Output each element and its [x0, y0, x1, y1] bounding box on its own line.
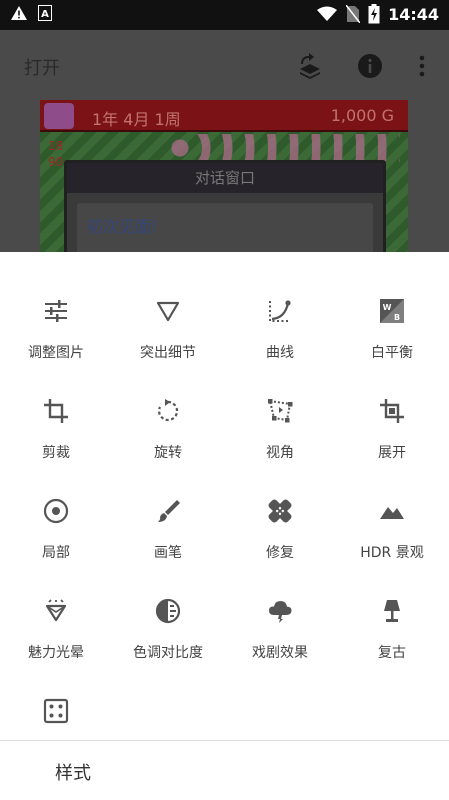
tool-label: 剪裁	[42, 445, 70, 461]
dialog-text: 初次见面!	[87, 217, 158, 236]
svg-text:B: B	[394, 313, 400, 322]
app-bar: 打开	[0, 30, 449, 102]
tune-sliders-icon	[43, 298, 69, 324]
tool-label: 复古	[378, 645, 406, 661]
grainy-film-dice-icon	[43, 698, 69, 724]
tool-tonal-contrast[interactable]: 色调对比度	[112, 588, 224, 678]
tab-styles[interactable]: 样式	[55, 759, 91, 785]
clock: 14:44	[388, 4, 439, 24]
game-hud: 1年 4月 1周 1,000 G	[40, 100, 408, 132]
crop-icon	[43, 398, 69, 424]
tool-label: 修复	[266, 545, 294, 561]
tool-brush[interactable]: 画笔	[112, 488, 224, 578]
tool-label: 魅力光晕	[28, 645, 84, 661]
svg-text:W: W	[383, 303, 392, 312]
tool-curves[interactable]: 曲线	[224, 288, 336, 378]
brush-icon	[155, 498, 181, 524]
details-triangle-icon	[155, 298, 181, 324]
tree-badge-icon	[44, 103, 74, 129]
tool-label: 突出细节	[140, 345, 196, 361]
tool-rotate[interactable]: 旋转	[112, 388, 224, 478]
layers-rotate-icon[interactable]	[296, 52, 324, 80]
no-sim-icon	[346, 5, 361, 23]
game-stats: 18 90	[48, 139, 64, 169]
tool-label: 画笔	[154, 545, 182, 561]
tool-label: 旋转	[154, 445, 182, 461]
game-money: 1,000 G	[330, 106, 394, 125]
tool-glamour-glow[interactable]: 魅力光晕	[0, 588, 112, 678]
tool-crop[interactable]: 剪裁	[0, 388, 112, 478]
tool-label: 色调对比度	[133, 645, 203, 661]
a-box-icon: A	[38, 5, 52, 21]
vintage-lamp-icon	[379, 598, 405, 624]
svg-text:A: A	[41, 9, 49, 20]
status-bar: A 14:44	[0, 0, 449, 30]
bottom-tab-bar: 样式	[0, 740, 449, 800]
white-balance-icon: W B	[379, 298, 405, 324]
tool-label: 曲线	[266, 345, 294, 361]
game-date: 1年 4月 1周	[92, 110, 181, 129]
game-dialog: 对话窗口 初次见面!	[64, 160, 386, 252]
dialog-title: 对话窗口	[67, 163, 383, 193]
expand-icon	[379, 398, 405, 424]
tool-selective[interactable]: 局部	[0, 488, 112, 578]
photo-preview: 1年 4月 1周 1,000 G 18 90 对话窗口 初次见面!	[40, 100, 408, 252]
tool-label: 局部	[42, 545, 70, 561]
tool-label: 视角	[266, 445, 294, 461]
tool-details[interactable]: 突出细节	[112, 288, 224, 378]
curves-icon	[267, 298, 293, 324]
rotate-icon	[155, 398, 181, 424]
info-icon[interactable]	[356, 52, 384, 80]
dialog-body: 初次见面!	[77, 203, 373, 252]
tool-tune-image[interactable]: 调整图片	[0, 288, 112, 378]
glamour-glow-icon	[43, 598, 69, 624]
battery-charging-icon	[368, 4, 380, 24]
tool-label: HDR 景观	[360, 545, 424, 561]
wifi-icon	[316, 6, 338, 22]
warning-icon	[10, 5, 28, 21]
tool-vintage[interactable]: 复古	[336, 588, 448, 678]
drama-cloud-icon	[267, 598, 293, 624]
tool-label: 调整图片	[28, 345, 84, 361]
overflow-menu-icon[interactable]	[408, 52, 436, 80]
tool-label: 展开	[378, 445, 406, 461]
tool-label: 戏剧效果	[252, 645, 308, 661]
tools-sheet: 调整图片 突出细节 曲线 W B 白平衡 剪裁 旋转 视角 展开 局部 画笔 修…	[0, 252, 449, 800]
blossom-trees	[170, 134, 400, 162]
selective-target-icon	[43, 498, 69, 524]
hdr-mountains-icon	[379, 498, 405, 524]
perspective-icon	[267, 398, 293, 424]
app-background-scrim[interactable]: 打开 1年 4月 1周 1,000 G 18 90 对话窗口 初次见面!	[0, 30, 449, 252]
tool-perspective[interactable]: 视角	[224, 388, 336, 478]
tool-label: 白平衡	[371, 345, 413, 361]
tool-drama[interactable]: 戏剧效果	[224, 588, 336, 678]
tool-hdr-scape[interactable]: HDR 景观	[336, 488, 448, 578]
tool-expand[interactable]: 展开	[336, 388, 448, 478]
tonal-contrast-icon	[155, 598, 181, 624]
tool-white-balance[interactable]: W B 白平衡	[336, 288, 448, 378]
open-button[interactable]: 打开	[24, 54, 60, 80]
tool-healing[interactable]: 修复	[224, 488, 336, 578]
healing-bandage-icon	[267, 498, 293, 524]
